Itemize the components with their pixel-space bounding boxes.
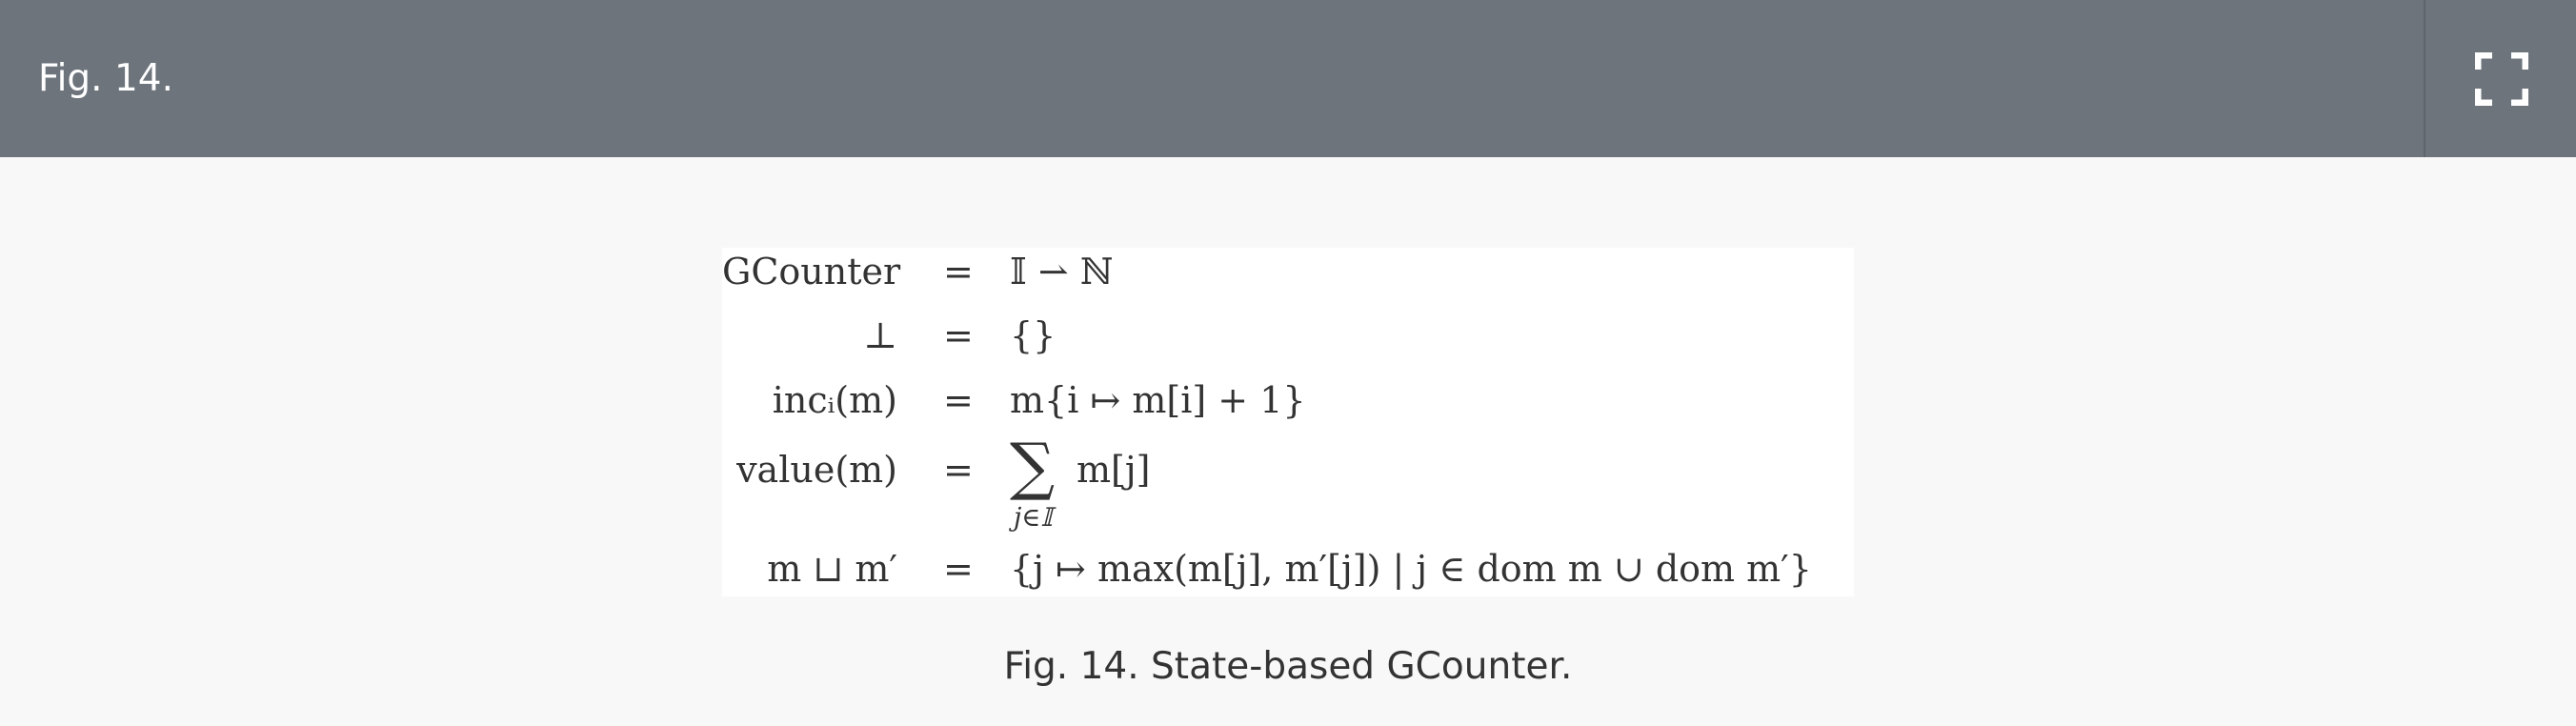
formula-rhs: {} <box>1010 314 1057 356</box>
figure-title: Fig. 14. <box>38 57 174 100</box>
caption-text: State-based GCounter. <box>1138 645 1573 688</box>
equals-sign: = <box>943 548 974 590</box>
formula-lhs: m ⊔ m′ <box>767 548 897 590</box>
figure-caption: Fig. 14. State-based GCounter. <box>0 643 2576 691</box>
formula-lhs: GCounter <box>722 251 901 292</box>
sigma-symbol: ∑ <box>1010 430 1056 503</box>
formula-lhs: value(m) <box>736 449 897 491</box>
formula-row: ⊥ = {} <box>722 312 1854 369</box>
fullscreen-button[interactable] <box>2425 0 2576 157</box>
sigma-subscript: j∈𝕀 <box>1014 503 1053 533</box>
equals-sign: = <box>943 314 974 356</box>
equals-sign: = <box>943 251 974 292</box>
formula-image: GCounter = 𝕀 ⇀ ℕ ⊥ = {} incᵢ(m) = m{i ↦ … <box>722 248 1854 596</box>
formula-row: incᵢ(m) = m{i ↦ m[i] + 1} <box>722 376 1854 434</box>
summation: ∑ j∈𝕀 <box>1010 429 1067 534</box>
formula-rhs: m[j] <box>1077 449 1151 491</box>
formula-row: GCounter = 𝕀 ⇀ ℕ <box>722 248 1854 305</box>
figure-header: Fig. 14. <box>0 0 2576 157</box>
caption-label: Fig. 14. <box>1003 645 1139 688</box>
formula-rhs: m{i ↦ m[i] + 1} <box>1010 379 1306 421</box>
formula-row: m ⊔ m′ = {j ↦ max(m[j], m′[j]) | j ∈ dom… <box>722 545 1854 602</box>
formula-rhs: {j ↦ max(m[j], m′[j]) | j ∈ dom m ∪ dom … <box>1010 548 1812 590</box>
equals-sign: = <box>943 449 974 491</box>
formula-rhs: 𝕀 ⇀ ℕ <box>1010 251 1114 292</box>
formula-lhs: ⊥ <box>863 314 897 356</box>
formula-lhs: incᵢ(m) <box>772 379 897 421</box>
fullscreen-icon <box>2475 52 2528 106</box>
equals-sign: = <box>943 379 974 421</box>
formula-row: value(m) = <box>722 446 1854 503</box>
